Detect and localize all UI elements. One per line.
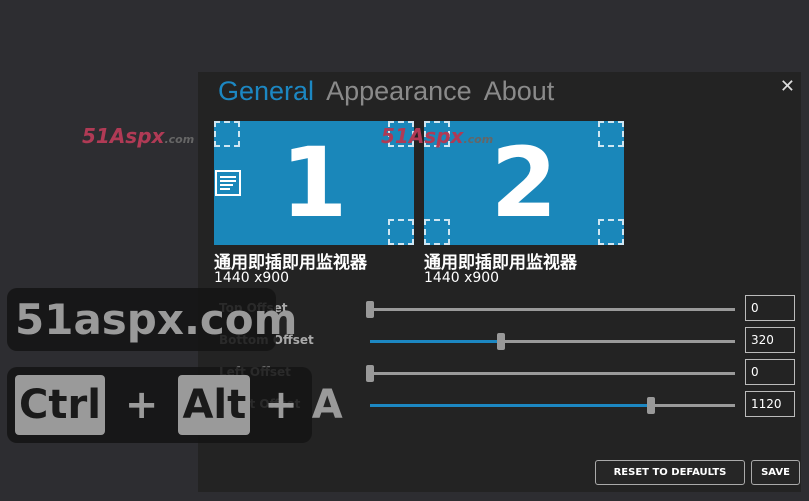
plus-sign: + <box>264 382 298 428</box>
offset-input[interactable] <box>745 327 795 353</box>
watermark-overlay: 51aspx.com <box>7 288 297 351</box>
tab-bar: General Appearance About <box>218 76 554 107</box>
slider-thumb[interactable] <box>366 365 374 382</box>
snap-corner-bottom-left[interactable] <box>424 219 450 245</box>
save-button[interactable]: SAVE <box>751 460 800 485</box>
close-icon[interactable]: ✕ <box>780 76 795 97</box>
slider-thumb[interactable] <box>497 333 506 350</box>
offset-slider[interactable] <box>366 301 735 318</box>
shortcut-overlay: Ctrl + Alt + A <box>7 367 343 443</box>
offset-slider[interactable] <box>370 397 735 414</box>
key-a: A <box>311 382 343 428</box>
reset-to-defaults-button[interactable]: RESET TO DEFAULTS <box>595 460 745 485</box>
monitor-resolution: 1440 x900 <box>214 270 290 286</box>
offset-input[interactable] <box>745 295 795 321</box>
tab-general[interactable]: General <box>218 76 314 107</box>
tab-appearance[interactable]: Appearance <box>326 76 472 107</box>
slider-thumb[interactable] <box>366 301 374 318</box>
offset-input[interactable] <box>745 391 795 417</box>
key-ctrl: Ctrl <box>15 375 105 435</box>
snap-corner-bottom-right[interactable] <box>598 219 624 245</box>
snap-corner-bottom-right[interactable] <box>388 219 414 245</box>
offset-slider[interactable] <box>366 365 735 382</box>
watermark-logo: 51Aspx.com <box>82 124 195 148</box>
tab-about[interactable]: About <box>484 76 555 107</box>
slider-fill <box>370 340 502 343</box>
offset-slider[interactable] <box>370 333 735 350</box>
watermark-logo: 51Aspx.com <box>381 124 494 148</box>
monitor-resolution: 1440 x900 <box>424 270 500 286</box>
offset-input[interactable] <box>745 359 795 385</box>
snap-corner-top-right[interactable] <box>598 121 624 147</box>
key-alt: Alt <box>178 375 251 435</box>
slider-fill <box>370 404 652 407</box>
snap-corner-top-left[interactable] <box>214 121 240 147</box>
slider-thumb[interactable] <box>647 397 656 414</box>
taskbar-icon <box>215 170 241 196</box>
plus-sign: + <box>124 382 159 428</box>
